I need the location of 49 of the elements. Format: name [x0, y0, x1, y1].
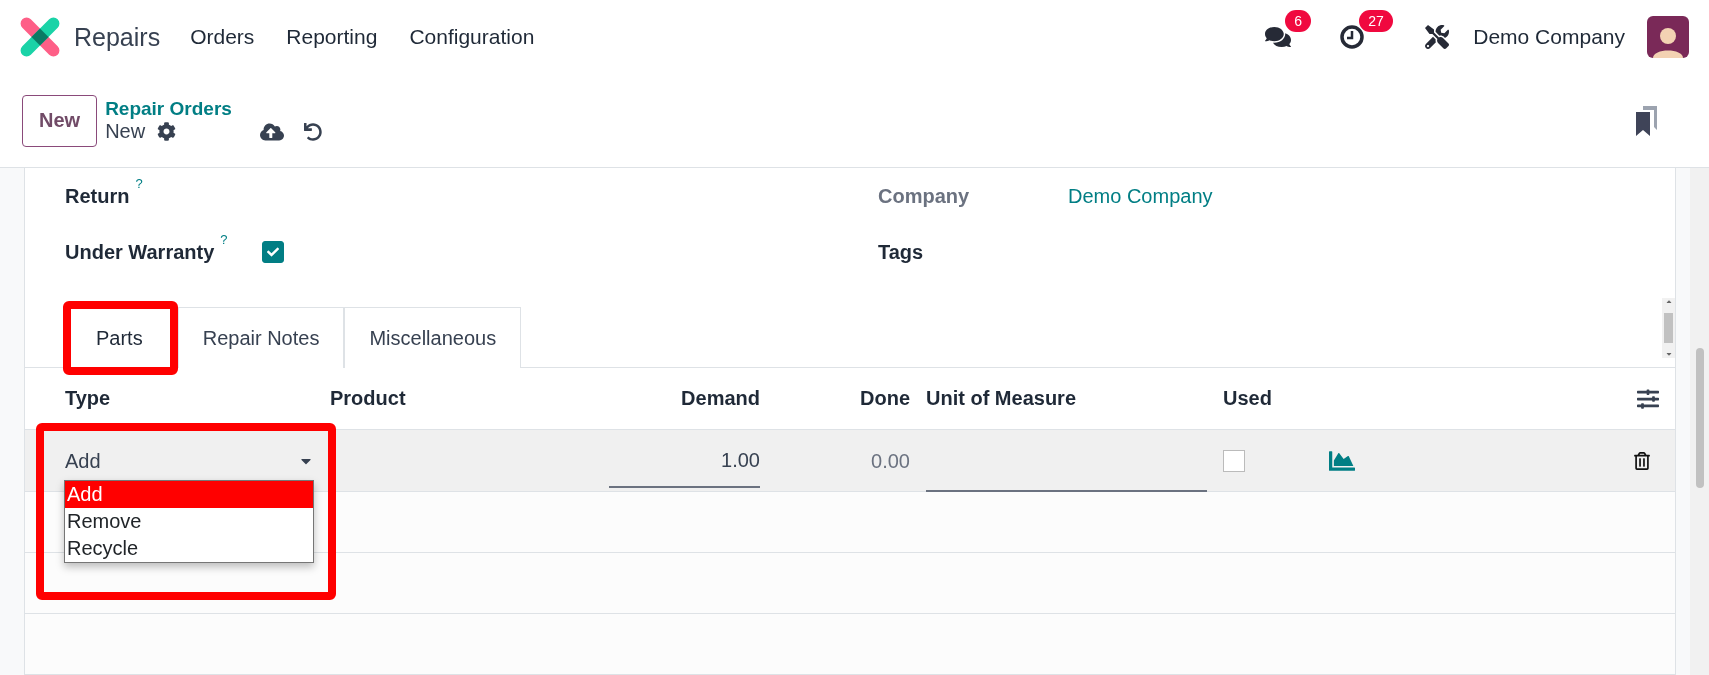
dropdown-option[interactable]: Remove [65, 508, 313, 535]
menu-item[interactable]: Reporting [286, 25, 378, 49]
new-button[interactable]: New [22, 94, 98, 147]
field-label: Tags [878, 240, 925, 264]
dropdown-option[interactable]: Recycle [65, 535, 313, 562]
app-logo-icon[interactable] [20, 17, 60, 57]
breadcrumb-link[interactable]: Repair Orders [105, 97, 323, 120]
checkbox[interactable] [261, 241, 284, 263]
column-header: Used [1222, 387, 1273, 410]
field-label: Return [65, 184, 130, 208]
company-link[interactable]: Demo Company [1068, 184, 1213, 208]
check-icon [266, 246, 279, 258]
tools-icon[interactable] [1425, 25, 1450, 49]
user-avatar[interactable] [1647, 16, 1689, 58]
field-label: Under Warranty [65, 240, 215, 264]
menu-item[interactable]: Orders [190, 25, 255, 49]
trash-icon[interactable] [1633, 452, 1651, 470]
column-header: Product [329, 387, 407, 410]
clock-icon[interactable] [1339, 24, 1366, 50]
help-tooltip-mark[interactable]: ? [220, 232, 228, 247]
column-header: Done [859, 387, 911, 410]
activity-count-badge: 27 [1359, 10, 1393, 32]
record-name: New [105, 120, 146, 143]
bookmarks-icon[interactable] [1635, 105, 1657, 136]
used-checkbox[interactable] [1223, 450, 1245, 472]
tab[interactable]: Miscellaneous [344, 307, 522, 368]
tab[interactable]: Repair Notes [177, 307, 345, 368]
scrollbar[interactable] [1662, 298, 1675, 358]
scroll-up-icon[interactable] [1664, 298, 1673, 306]
undo-icon[interactable] [304, 122, 323, 141]
type-select[interactable]: Add [65, 449, 314, 473]
menu-item[interactable]: Configuration [409, 25, 535, 49]
demand-input[interactable]: 1.00 [609, 434, 760, 488]
chat-icon[interactable] [1265, 24, 1292, 50]
help-tooltip-mark[interactable]: ? [135, 176, 143, 191]
area-chart-icon[interactable] [1329, 448, 1355, 474]
column-header: Type [64, 387, 112, 410]
column-header: Demand [680, 387, 761, 410]
done-value: 0.00 [870, 448, 910, 474]
app-name[interactable]: Repairs [74, 22, 161, 52]
scrollbar-thumb[interactable] [1695, 348, 1704, 488]
scroll-down-icon[interactable] [1664, 350, 1673, 358]
column-header: Unit of Measure [925, 387, 1078, 410]
settings-icon[interactable] [157, 122, 177, 141]
message-count-badge: 6 [1285, 10, 1312, 32]
sliders-icon[interactable] [1637, 387, 1659, 410]
dropdown-option[interactable]: Add [65, 481, 313, 508]
field-label: Company [878, 184, 971, 208]
company-name[interactable]: Demo Company [1473, 25, 1625, 49]
